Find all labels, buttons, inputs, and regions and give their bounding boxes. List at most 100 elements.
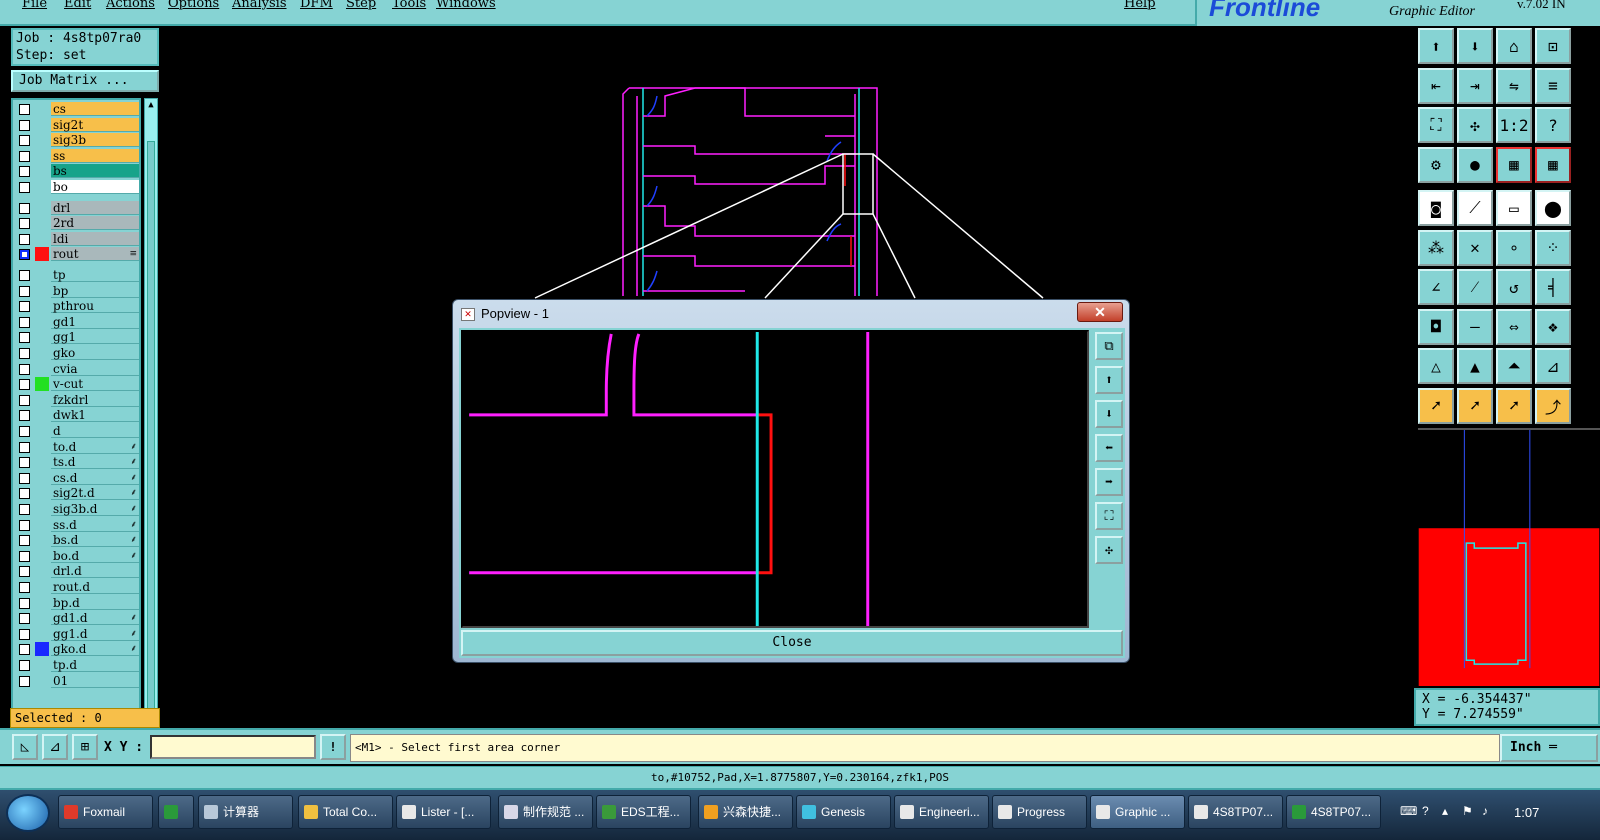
layer-row-v-cut[interactable]: v-cut bbox=[15, 377, 139, 392]
layer-row-sig2t.d[interactable]: sig2t.d ⸙ bbox=[15, 486, 139, 501]
layer-color-swatch[interactable] bbox=[35, 232, 49, 246]
layer-name[interactable]: ldi bbox=[51, 231, 139, 246]
layer-row-pthrou[interactable]: pthrou bbox=[15, 299, 139, 314]
help-icon[interactable]: ? bbox=[1535, 107, 1571, 143]
help-icon[interactable]: ? bbox=[1422, 804, 1429, 818]
layer-up-icon[interactable]: ⬆ bbox=[1418, 28, 1454, 64]
layer-color-swatch[interactable] bbox=[35, 118, 49, 132]
layer-name[interactable]: cvia bbox=[51, 361, 139, 376]
layer-row-gg1[interactable]: gg1 bbox=[15, 330, 139, 345]
layer-checkbox[interactable] bbox=[19, 135, 30, 147]
start-button[interactable] bbox=[6, 794, 50, 832]
layer-row-bp[interactable]: bp bbox=[15, 283, 139, 298]
layer-checkbox[interactable] bbox=[19, 363, 30, 375]
layer-checkbox[interactable] bbox=[19, 410, 30, 422]
layer-color-swatch[interactable] bbox=[35, 164, 49, 178]
layer-name[interactable]: bs.d ⸙ bbox=[51, 533, 139, 548]
layer-checkbox[interactable] bbox=[19, 270, 30, 281]
layer-name[interactable]: ss bbox=[51, 148, 139, 163]
menu-step[interactable]: Step bbox=[346, 0, 376, 11]
layer-row-drl.d[interactable]: drl.d bbox=[15, 564, 139, 579]
layer-color-swatch[interactable] bbox=[35, 102, 49, 116]
taskbar-button[interactable]: Graphic ... bbox=[1090, 795, 1185, 829]
pop-pan-up-icon[interactable]: ⬆ bbox=[1095, 366, 1123, 394]
xy-input[interactable] bbox=[150, 735, 316, 759]
taskbar-button[interactable]: Lister - [... bbox=[396, 795, 491, 829]
layer-color-swatch[interactable] bbox=[35, 424, 49, 438]
layer-checkbox[interactable] bbox=[19, 166, 30, 178]
overview-panel[interactable] bbox=[1418, 428, 1600, 686]
units-selector[interactable]: Inch ═ bbox=[1500, 734, 1598, 762]
layer-name[interactable]: sig2t.d ⸙ bbox=[51, 486, 139, 501]
taskbar-button[interactable]: Genesis bbox=[796, 795, 891, 829]
layer-checkbox[interactable] bbox=[19, 218, 30, 230]
layer-checkbox[interactable] bbox=[19, 285, 30, 297]
taskbar-button[interactable]: Total Co... bbox=[298, 795, 393, 829]
group-icon[interactable]: ❖ bbox=[1535, 308, 1571, 345]
flag-icon[interactable]: ⚑ bbox=[1462, 804, 1473, 818]
node-icon[interactable]: ⁘ bbox=[1535, 229, 1571, 266]
cross-icon[interactable]: ✕ bbox=[1457, 229, 1493, 266]
layer-color-swatch[interactable] bbox=[35, 440, 49, 454]
layer-color-swatch[interactable] bbox=[35, 362, 49, 376]
layer-row-ss.d[interactable]: ss.d ⸙ bbox=[15, 517, 139, 532]
layer-checkbox[interactable] bbox=[19, 566, 30, 578]
snap-icon[interactable]: ⚙ bbox=[1418, 146, 1454, 183]
zoom-window-icon[interactable]: ⊡ bbox=[1535, 28, 1571, 64]
layer-checkbox[interactable] bbox=[19, 394, 30, 406]
layer-name[interactable]: sig3b.d ⸙ bbox=[51, 502, 139, 516]
taskbar-button[interactable]: 兴森快捷... bbox=[698, 795, 793, 829]
pop-pan-right-icon[interactable]: ➡ bbox=[1095, 468, 1123, 496]
layer-checkbox[interactable] bbox=[19, 249, 30, 261]
layer-row-tp.d[interactable]: tp.d bbox=[15, 658, 139, 672]
layer-checkbox[interactable] bbox=[19, 316, 30, 328]
layer-checkbox[interactable] bbox=[19, 332, 30, 344]
home-icon[interactable]: ⌂ bbox=[1496, 28, 1532, 64]
menu-file[interactable]: File bbox=[22, 0, 47, 11]
layer-checkbox[interactable] bbox=[19, 550, 30, 562]
layer-checkbox[interactable] bbox=[19, 535, 30, 547]
layer-name[interactable]: sig3b bbox=[51, 133, 139, 148]
layer-checkbox[interactable] bbox=[19, 202, 30, 214]
layer-name[interactable]: dwk1 bbox=[51, 408, 139, 423]
layer-name[interactable]: bp.d bbox=[51, 595, 139, 610]
popview-close-button[interactable]: Close bbox=[461, 630, 1123, 656]
layer-checkbox[interactable] bbox=[19, 660, 30, 671]
snap-mode-icon[interactable]: ◺ bbox=[12, 734, 38, 760]
layer-row-drl[interactable]: drl bbox=[15, 200, 139, 215]
layer-color-swatch[interactable] bbox=[35, 611, 49, 625]
layer-row-bs[interactable]: bs bbox=[15, 164, 139, 179]
triangle4-icon[interactable]: ⊿ bbox=[1535, 348, 1571, 384]
layer-row-ss[interactable]: ss bbox=[15, 148, 139, 163]
layer-color-swatch[interactable] bbox=[35, 377, 49, 392]
layer-color-swatch[interactable] bbox=[35, 658, 49, 672]
layer-scrollbar[interactable]: ▲ ▼ bbox=[144, 98, 158, 730]
layer-color-swatch[interactable] bbox=[35, 284, 49, 298]
layer-color-swatch[interactable] bbox=[35, 268, 49, 282]
layer-name[interactable]: ts.d ⸙ bbox=[51, 455, 139, 470]
popview-canvas[interactable] bbox=[461, 330, 1089, 628]
pop-pan-left-icon[interactable]: ⬅ bbox=[1095, 434, 1123, 462]
layer-checkbox[interactable] bbox=[19, 675, 30, 687]
layer-checkbox[interactable] bbox=[19, 644, 30, 656]
layer-row-bs.d[interactable]: bs.d ⸙ bbox=[15, 533, 139, 548]
grid-mode-icon[interactable]: ⊞ bbox=[72, 734, 98, 760]
center-icon[interactable]: ✣ bbox=[1457, 107, 1493, 143]
pop-copy-icon[interactable]: ⧉ bbox=[1095, 332, 1123, 360]
line-mid-icon[interactable]: — bbox=[1457, 308, 1493, 345]
menu-help[interactable]: Help bbox=[1124, 0, 1156, 11]
layer-checkbox[interactable] bbox=[19, 457, 30, 469]
layer-color-swatch[interactable] bbox=[35, 149, 49, 163]
taskbar-button[interactable]: Progress bbox=[992, 795, 1087, 829]
layer-color-swatch[interactable] bbox=[35, 216, 49, 230]
layer-color-swatch[interactable] bbox=[35, 564, 49, 578]
layer-color-swatch[interactable] bbox=[35, 486, 49, 500]
layer-checkbox[interactable] bbox=[19, 504, 30, 515]
pop-pan-down-icon[interactable]: ⬇ bbox=[1095, 400, 1123, 428]
pop-zoom-icon[interactable]: ✣ bbox=[1095, 536, 1123, 564]
layer-name[interactable]: cs.d ⸙ bbox=[51, 470, 139, 485]
layer-name[interactable]: rout.d bbox=[51, 580, 139, 594]
layer-row-ldi[interactable]: ldi bbox=[15, 231, 139, 246]
pointer-box-icon[interactable]: ➚ bbox=[1457, 387, 1493, 424]
menu-list-icon[interactable]: ≡ bbox=[1535, 67, 1571, 104]
